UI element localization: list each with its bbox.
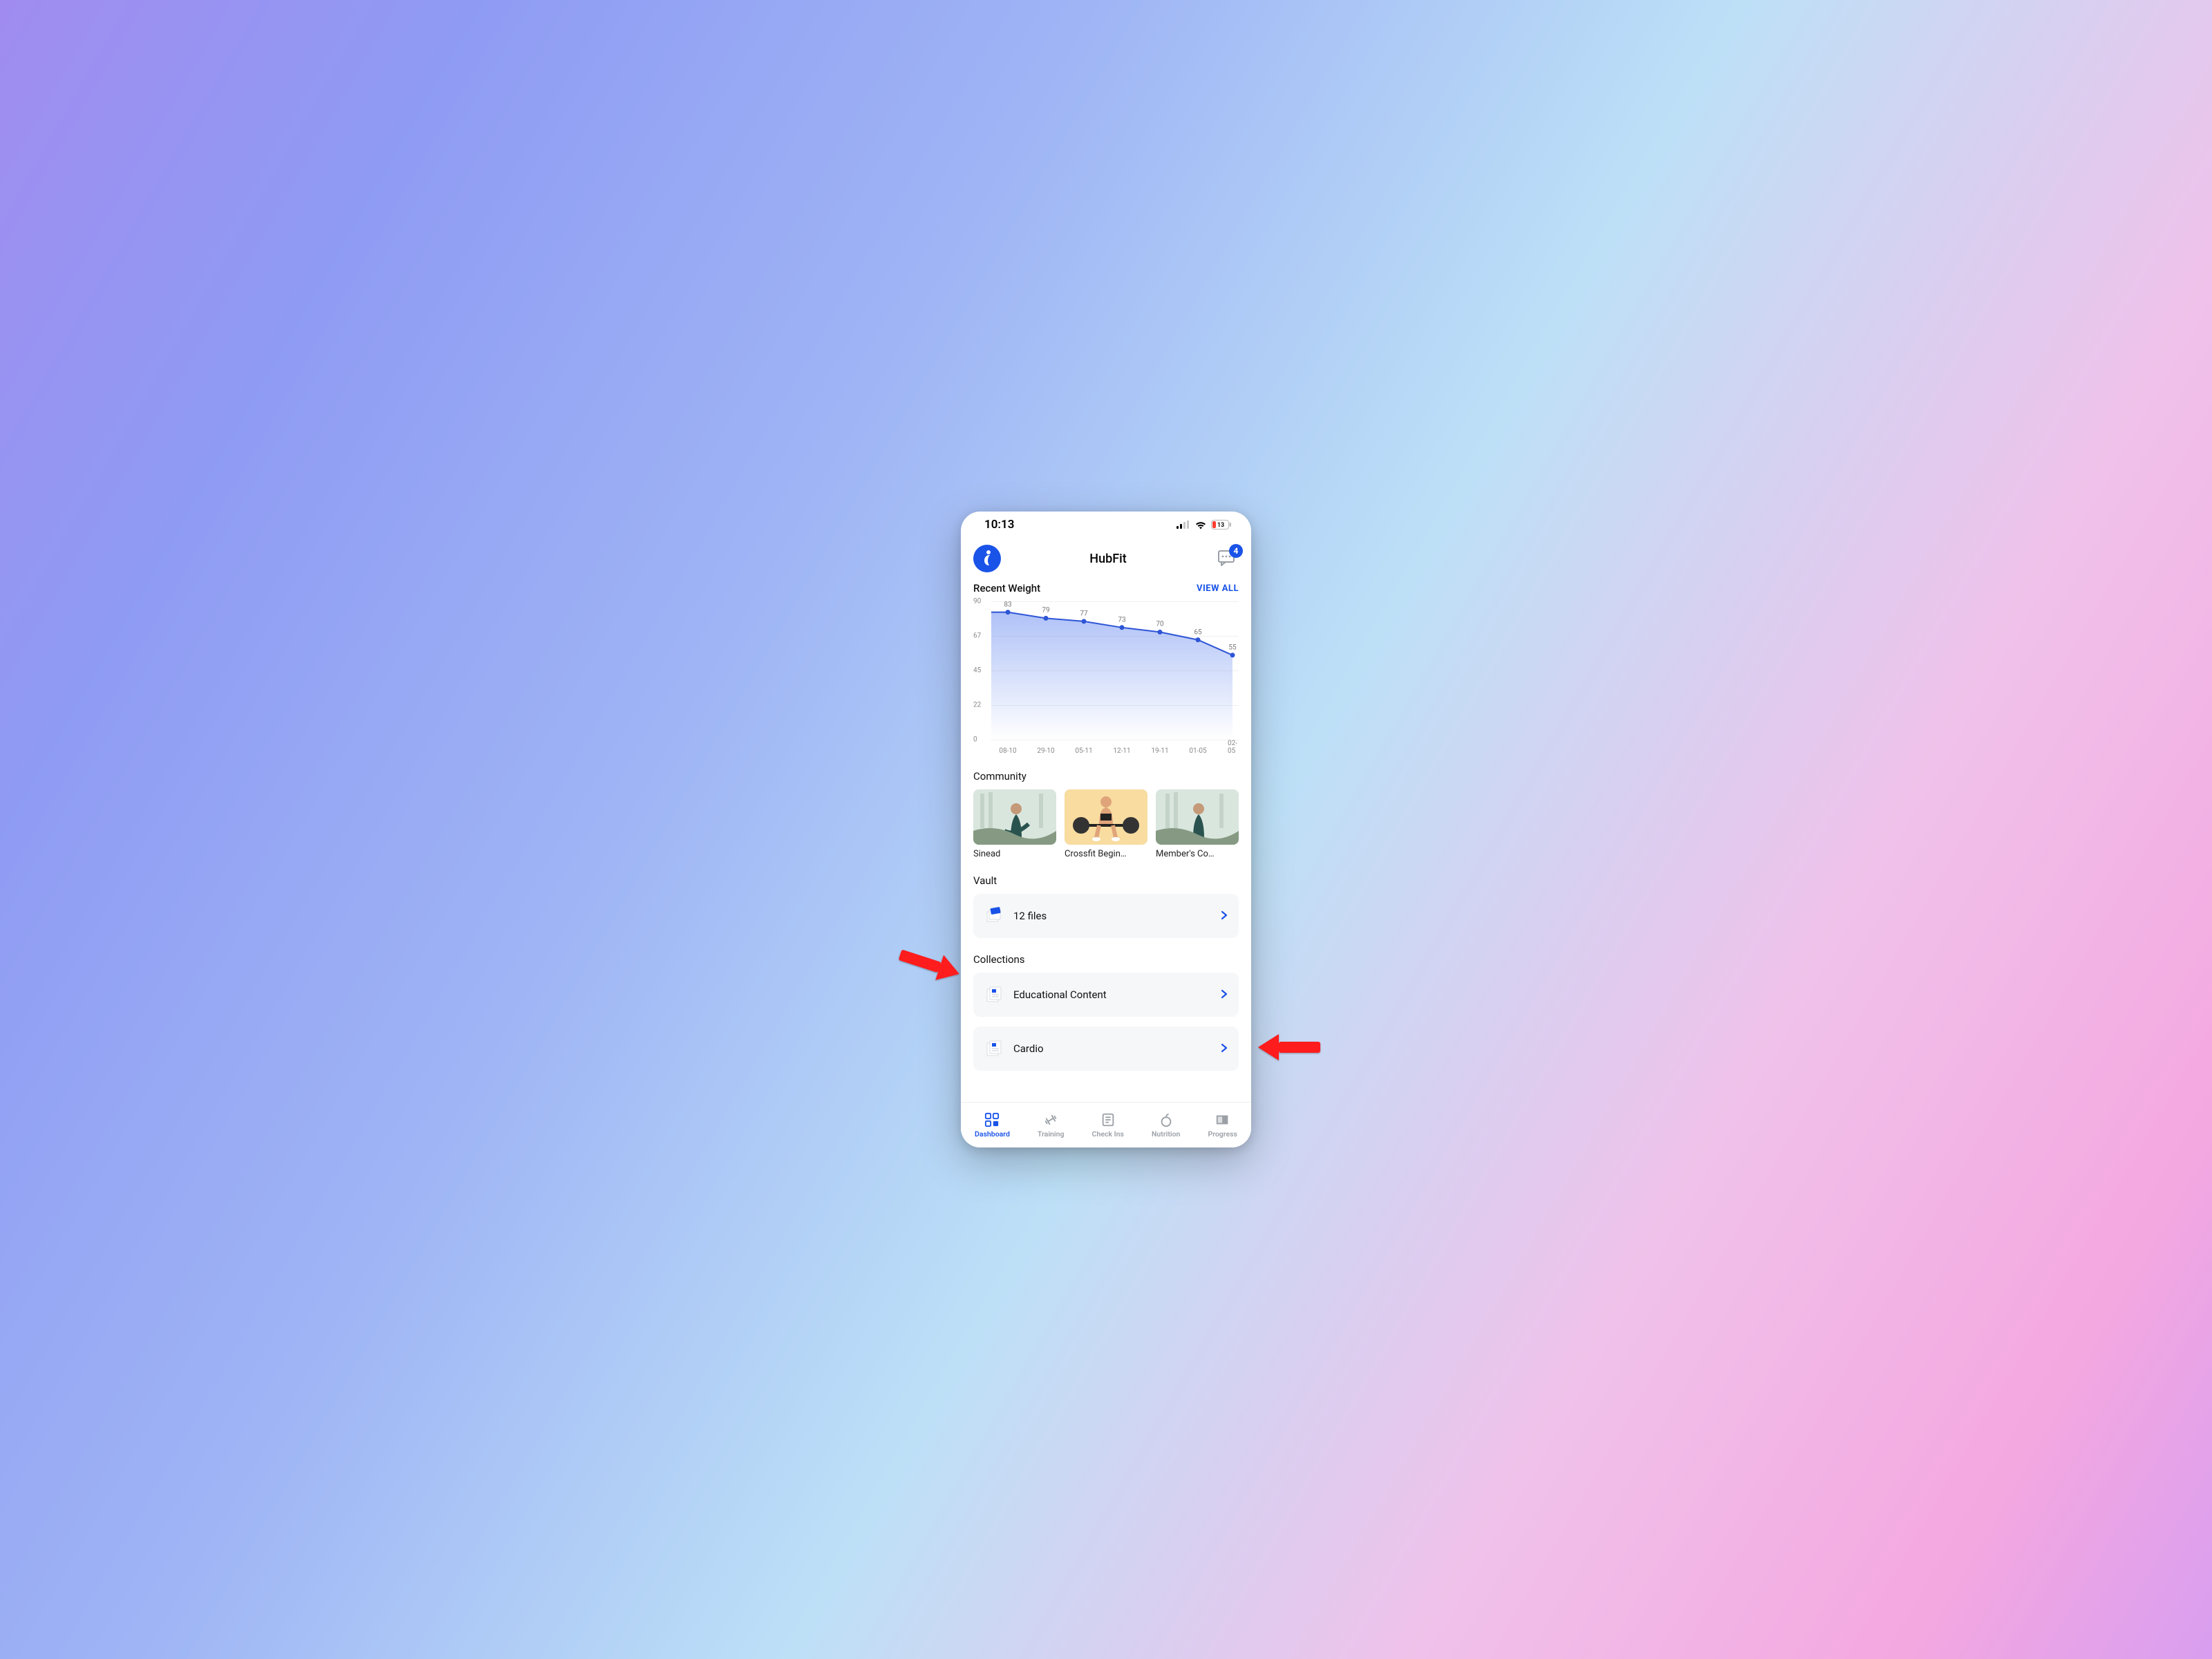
battery-pct: 13 <box>1217 522 1224 529</box>
status-time: 10:13 <box>984 518 1014 532</box>
community-card-image <box>973 789 1056 845</box>
community-card[interactable]: Sinead <box>973 789 1056 859</box>
files-icon <box>984 906 1004 926</box>
tab-label: Dashboard <box>975 1130 1010 1138</box>
vault-title: Vault <box>973 874 1239 887</box>
x-tick: 29-10 <box>1037 747 1054 755</box>
messages-button[interactable]: 4 <box>1215 548 1239 569</box>
community-card-image <box>1065 789 1147 845</box>
document-icon <box>984 985 1004 1004</box>
community-card-image <box>1156 789 1239 845</box>
community-card-label: Sinead <box>973 849 1056 859</box>
tab-label: Nutrition <box>1152 1130 1180 1138</box>
annotation-arrow-left <box>892 947 968 982</box>
signal-icon <box>1177 521 1190 529</box>
battery-icon: 13 <box>1211 520 1232 529</box>
app-logo[interactable] <box>973 545 1001 572</box>
tab-label: Progress <box>1208 1130 1237 1138</box>
chart-header: Recent Weight VIEW ALL <box>973 582 1239 594</box>
weight-chart[interactable]: 90 67 45 22 0 08-10 29-10 05-11 12-11 19… <box>973 596 1239 755</box>
view-all-button[interactable]: VIEW ALL <box>1197 583 1239 594</box>
tab-bar: Dashboard Training Check Ins Nutrition <box>961 1102 1251 1147</box>
apple-icon <box>1159 1112 1174 1127</box>
phone-frame: 10:13 <box>961 512 1251 1147</box>
collection-row-cardio[interactable]: Cardio <box>973 1027 1239 1071</box>
tab-checkins[interactable]: Check Ins <box>1092 1112 1124 1138</box>
community-card[interactable]: Member's Co… <box>1156 789 1239 859</box>
tab-label: Training <box>1038 1130 1065 1138</box>
chevron-right-icon <box>1221 1042 1228 1056</box>
vault-row-label: 12 files <box>1013 910 1047 922</box>
status-right: 13 <box>1177 520 1232 529</box>
dumbbell-icon <box>1043 1112 1058 1127</box>
community-title: Community <box>973 770 1239 782</box>
wifi-icon <box>1194 521 1207 529</box>
x-tick: 08-10 <box>999 747 1016 755</box>
progress-icon <box>1215 1112 1230 1127</box>
community-cards: Sinead C <box>973 789 1239 859</box>
chart-svg <box>973 596 1239 745</box>
status-bar: 10:13 <box>961 512 1251 538</box>
checklist-icon <box>1100 1112 1116 1127</box>
chevron-right-icon <box>1221 988 1228 1002</box>
tab-label: Check Ins <box>1092 1130 1124 1138</box>
vault-row[interactable]: 12 files <box>973 894 1239 938</box>
chevron-right-icon <box>1221 910 1228 923</box>
tab-progress[interactable]: Progress <box>1208 1112 1237 1138</box>
collection-row-label: Educational Content <box>1013 988 1107 1001</box>
app-title: HubFit <box>1089 552 1126 566</box>
x-tick: 01-05 <box>1189 747 1206 755</box>
x-tick: 12-11 <box>1113 747 1130 755</box>
community-card-label: Member's Co… <box>1156 849 1239 859</box>
chart-title: Recent Weight <box>973 582 1040 594</box>
annotation-arrow-right <box>1251 1030 1327 1065</box>
dashboard-icon <box>984 1112 1000 1127</box>
content-scroll[interactable]: Recent Weight VIEW ALL 90 67 45 22 0 08-… <box>961 578 1251 1102</box>
document-icon <box>984 1039 1004 1058</box>
x-tick: 05-11 <box>1075 747 1092 755</box>
tab-nutrition[interactable]: Nutrition <box>1152 1112 1180 1138</box>
collection-row-educational[interactable]: Educational Content <box>973 973 1239 1017</box>
messages-badge: 4 <box>1229 544 1243 558</box>
app-header: HubFit 4 <box>961 538 1251 578</box>
community-card[interactable]: Crossfit Begin… <box>1065 789 1147 859</box>
x-tick: 19-11 <box>1151 747 1168 755</box>
community-card-label: Crossfit Begin… <box>1065 849 1147 859</box>
tab-training[interactable]: Training <box>1038 1112 1065 1138</box>
tab-dashboard[interactable]: Dashboard <box>975 1112 1010 1138</box>
collection-row-label: Cardio <box>1013 1042 1044 1055</box>
collections-title: Collections <box>973 953 1239 966</box>
